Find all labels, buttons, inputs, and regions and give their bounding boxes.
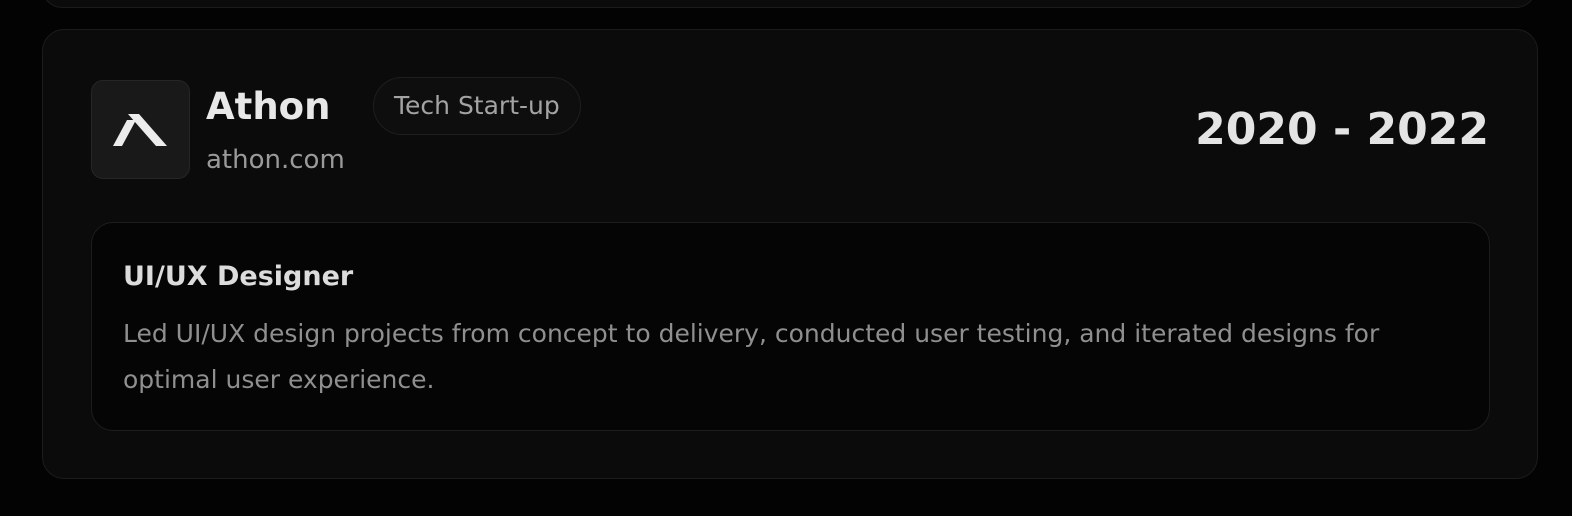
company-name: Athon <box>206 85 331 128</box>
employment-period: 2020 - 2022 <box>1195 104 1489 155</box>
experience-card: Athon athon.com Tech Start-up 2020 - 202… <box>42 29 1538 479</box>
athon-logo-icon <box>112 113 167 146</box>
previous-experience-card <box>42 0 1536 8</box>
company-url-link[interactable]: athon.com <box>206 142 345 178</box>
role-details: UI/UX Designer Led UI/UX design projects… <box>91 222 1490 431</box>
role-title: UI/UX Designer <box>123 261 354 292</box>
role-description: Led UI/UX design projects from concept t… <box>123 319 1380 394</box>
company-type-badge: Tech Start-up <box>373 77 581 135</box>
company-logo <box>91 80 190 179</box>
